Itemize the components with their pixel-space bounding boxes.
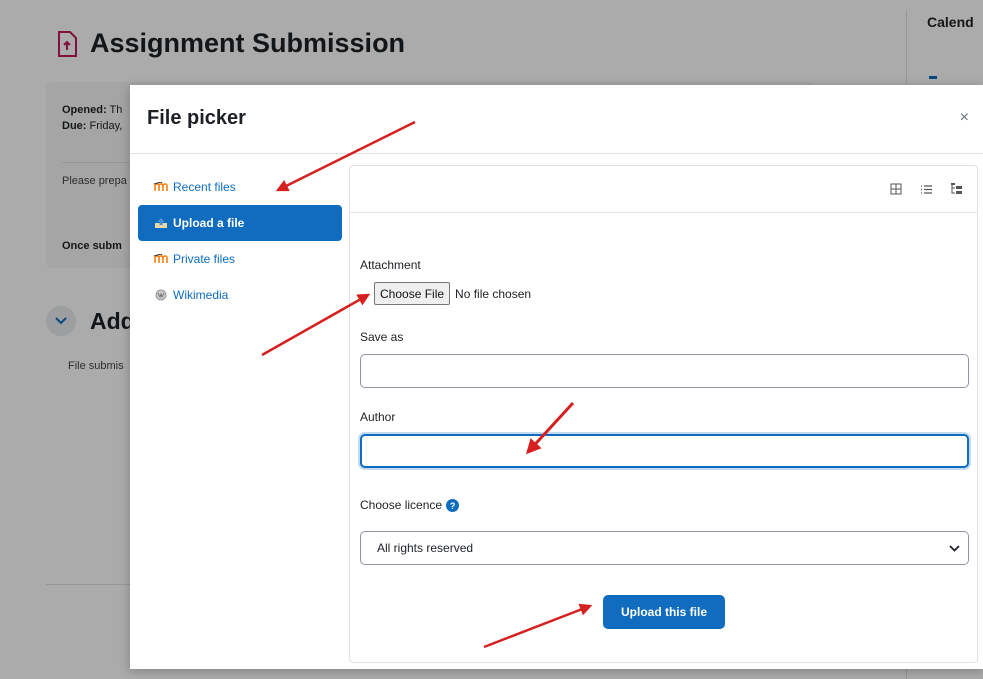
author-label: Author (360, 410, 396, 424)
view-toolbar (350, 166, 977, 213)
wikimedia-icon (154, 289, 168, 301)
grid-view-icon[interactable] (883, 177, 909, 201)
repo-item-upload-a-file[interactable]: Upload a file (138, 205, 342, 241)
repo-item-private-files[interactable]: Private files (138, 241, 342, 277)
repository-list: Recent files Upload a file Private files… (138, 169, 342, 313)
upload-this-file-button[interactable]: Upload this file (603, 595, 725, 629)
moodle-icon (154, 181, 168, 193)
attachment-label: Attachment (360, 258, 421, 272)
repo-item-label: Recent files (173, 180, 236, 194)
close-icon[interactable]: × (960, 109, 969, 127)
licence-select[interactable]: All rights reserved (360, 531, 969, 565)
file-chooser: Choose File No file chosen (374, 282, 531, 305)
repo-item-label: Wikimedia (173, 288, 229, 302)
save-as-label: Save as (360, 330, 404, 344)
moodle-icon (154, 253, 168, 265)
list-view-icon[interactable] (913, 177, 939, 201)
file-picker-dialog: File picker × Recent files Upload a file… (130, 85, 983, 669)
upload-icon (154, 217, 168, 229)
upload-panel: Attachment Choose File No file chosen Sa… (349, 165, 978, 663)
licence-label-row: Choose licence? (360, 498, 460, 513)
chevron-down-icon (949, 541, 960, 555)
help-icon[interactable]: ? (446, 499, 460, 513)
repo-item-wikimedia[interactable]: Wikimedia (138, 277, 342, 313)
author-input[interactable] (360, 434, 969, 468)
header-divider (130, 153, 983, 154)
choose-file-button[interactable]: Choose File (374, 282, 451, 305)
save-as-input[interactable] (360, 354, 969, 388)
repo-item-label: Upload a file (173, 216, 245, 230)
repo-item-recent-files[interactable]: Recent files (138, 169, 342, 205)
repo-item-label: Private files (173, 252, 236, 266)
no-file-chosen-text: No file chosen (455, 286, 532, 301)
tree-view-icon[interactable] (943, 177, 969, 201)
dialog-title: File picker (147, 107, 246, 129)
licence-selected-value: All rights reserved (377, 541, 474, 555)
licence-label: Choose licence (360, 498, 443, 512)
